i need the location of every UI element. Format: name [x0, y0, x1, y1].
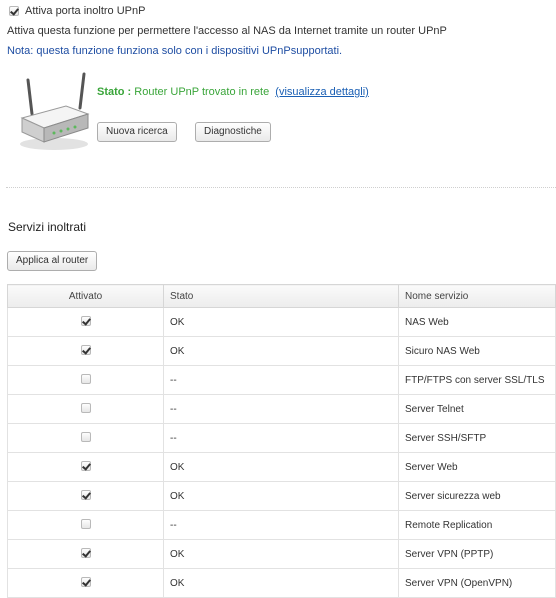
row-service-name: NAS Web	[398, 307, 556, 337]
row-status: --	[163, 423, 399, 453]
service-enabled-checkbox[interactable]	[80, 344, 91, 355]
row-enabled-cell	[7, 394, 164, 424]
table-header-row: Attivato Stato Nome servizio	[7, 284, 556, 308]
table-row[interactable]: OK Server sicurezza web	[7, 481, 556, 511]
service-enabled-checkbox[interactable]	[80, 489, 91, 500]
view-details-link[interactable]: (visualizza dettagli)	[275, 86, 369, 98]
service-enabled-checkbox[interactable]	[80, 547, 91, 558]
upnp-note: Nota: questa funzione funziona solo con …	[7, 45, 343, 57]
service-enabled-checkbox[interactable]	[80, 576, 91, 587]
service-enabled-checkbox[interactable]	[80, 373, 91, 384]
row-service-name: Server Telnet	[398, 394, 556, 424]
col-service-name[interactable]: Nome servizio	[398, 284, 556, 308]
table-row[interactable]: OK Server Web	[7, 452, 556, 482]
col-enabled[interactable]: Attivato	[7, 284, 164, 308]
row-status: OK	[163, 336, 399, 366]
table-row[interactable]: -- Server Telnet	[7, 394, 556, 424]
service-enabled-checkbox[interactable]	[80, 315, 91, 326]
row-enabled-cell	[7, 510, 164, 540]
status-value: Router UPnP trovato in rete	[134, 86, 270, 98]
table-row[interactable]: OK Server VPN (OpenVPN)	[7, 568, 556, 598]
col-status[interactable]: Stato	[163, 284, 399, 308]
row-enabled-cell	[7, 307, 164, 337]
row-service-name: Server VPN (PPTP)	[398, 539, 556, 569]
row-enabled-cell	[7, 423, 164, 453]
diagnostics-button[interactable]: Diagnostiche	[195, 122, 271, 142]
row-service-name: Server SSH/SFTP	[398, 423, 556, 453]
upnp-description: Attiva questa funzione per permettere l'…	[7, 25, 447, 37]
row-enabled-cell	[7, 365, 164, 395]
service-enabled-checkbox[interactable]	[80, 518, 91, 529]
row-status: --	[163, 394, 399, 424]
upnp-status: Stato : Router UPnP trovato in rete (vis…	[97, 86, 369, 98]
router-icon	[14, 70, 92, 154]
service-enabled-checkbox[interactable]	[80, 460, 91, 471]
row-status: OK	[163, 568, 399, 598]
forwarded-services-title: Servizi inoltrati	[8, 220, 87, 234]
forwarded-services-table: Attivato Stato Nome servizio OK NAS Web OK…	[7, 284, 556, 598]
row-enabled-cell	[7, 336, 164, 366]
apply-to-router-button[interactable]: Applica al router	[7, 251, 98, 271]
table-row[interactable]: OK NAS Web	[7, 307, 556, 337]
row-service-name: Remote Replication	[398, 510, 556, 540]
rescan-button[interactable]: Nuova ricerca	[97, 122, 177, 142]
section-divider	[6, 187, 556, 188]
row-status: OK	[163, 539, 399, 569]
enable-upnp-checkbox[interactable]	[9, 6, 19, 19]
row-enabled-cell	[7, 481, 164, 511]
row-service-name: FTP/FTPS con server SSL/TLS	[398, 365, 556, 395]
row-service-name: Sicuro NAS Web	[398, 336, 556, 366]
enable-upnp-label: Attiva porta inoltro UPnP	[25, 5, 146, 17]
row-service-name: Server Web	[398, 452, 556, 482]
table-body: OK NAS Web OK Sicuro NAS Web -- FTP/FTPS con …	[7, 307, 556, 598]
table-row[interactable]: -- Server SSH/SFTP	[7, 423, 556, 453]
row-status: OK	[163, 452, 399, 482]
row-status: --	[163, 365, 399, 395]
row-service-name: Server VPN (OpenVPN)	[398, 568, 556, 598]
row-enabled-cell	[7, 452, 164, 482]
enable-upnp-check[interactable]	[9, 6, 19, 16]
row-status: OK	[163, 307, 399, 337]
row-enabled-cell	[7, 539, 164, 569]
row-status: --	[163, 510, 399, 540]
service-enabled-checkbox[interactable]	[80, 431, 91, 442]
table-row[interactable]: -- FTP/FTPS con server SSL/TLS	[7, 365, 556, 395]
table-row[interactable]: -- Remote Replication	[7, 510, 556, 540]
service-enabled-checkbox[interactable]	[80, 402, 91, 413]
table-row[interactable]: OK Sicuro NAS Web	[7, 336, 556, 366]
row-status: OK	[163, 481, 399, 511]
row-enabled-cell	[7, 568, 164, 598]
row-service-name: Server sicurezza web	[398, 481, 556, 511]
status-label: Stato :	[97, 86, 132, 98]
table-row[interactable]: OK Server VPN (PPTP)	[7, 539, 556, 569]
